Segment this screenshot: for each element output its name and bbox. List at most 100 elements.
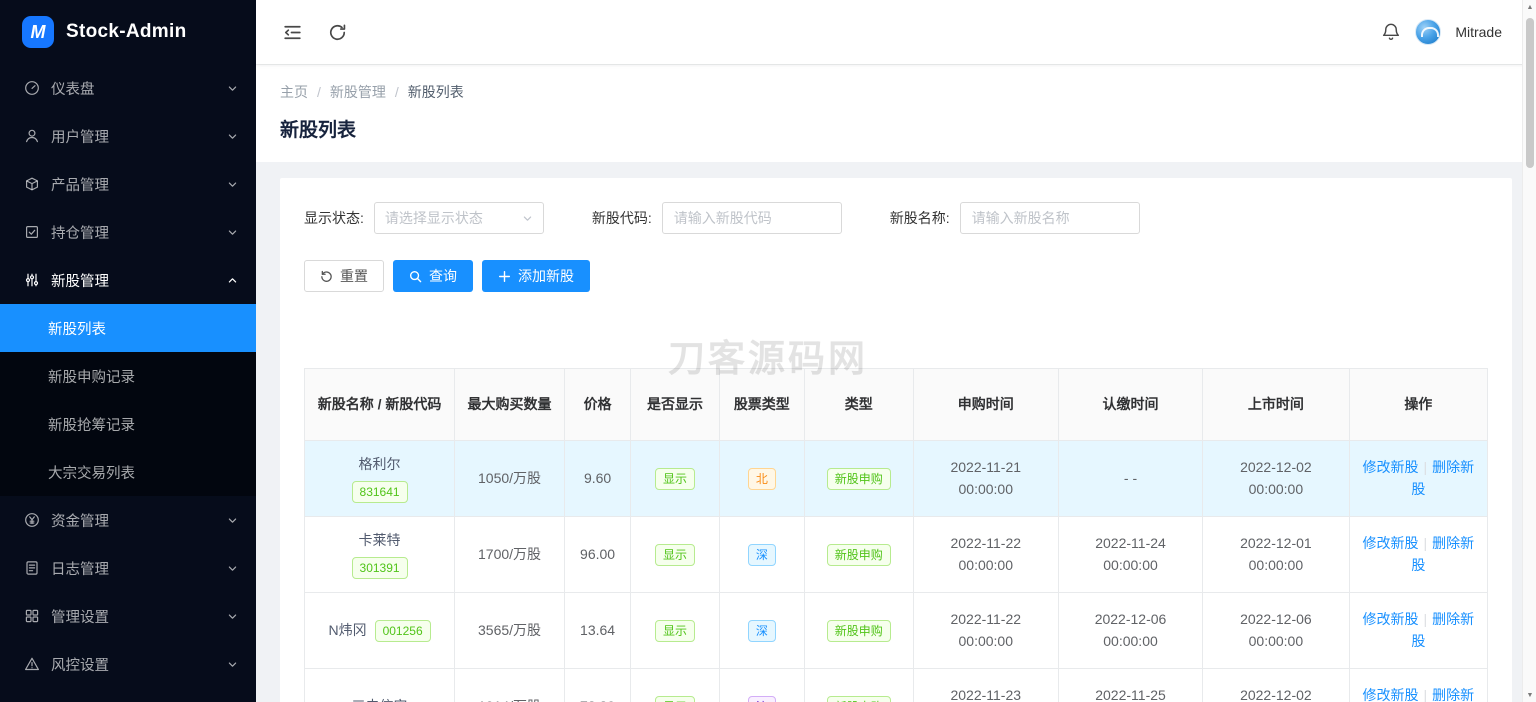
breadcrumb-item[interactable]: 主页 — [280, 82, 308, 102]
max-buy-cell: 1700/万股 — [454, 516, 565, 593]
menu-fold-icon[interactable] — [282, 22, 303, 43]
delete-stock-link[interactable]: 删除新股 — [1411, 535, 1474, 573]
edit-stock-link[interactable]: 修改新股 — [1363, 611, 1419, 627]
visible-badge: 显示 — [654, 619, 695, 642]
app-root: M Stock-Admin 仪表盘 用户管理 产品管理 持仓管理 新股管理 新股列表 新股申… — [0, 0, 1536, 702]
dashboard-icon — [24, 80, 40, 96]
sidebar-item-position-management[interactable]: 持仓管理 — [0, 208, 256, 256]
max-buy-cell: 1050/万股 — [454, 440, 565, 517]
visible-badge: 显示 — [654, 543, 695, 566]
pay-time-cell: 2022-12-06 00:00:00 — [1057, 592, 1204, 669]
column-header: 认缴时间 — [1057, 368, 1204, 441]
market-cell: 北 — [718, 440, 805, 517]
add-stock-label: 添加新股 — [518, 268, 574, 284]
sidebar-subitem-block-trade-list[interactable]: 大宗交易列表 — [0, 448, 256, 496]
scroll-up-arrow[interactable]: ▲ — [1523, 0, 1536, 14]
sidebar-item-risk-settings[interactable]: 风控设置 — [0, 640, 256, 688]
type-cell: 新股申购 — [803, 516, 914, 593]
visible-cell: 显示 — [630, 592, 720, 669]
scroll-down-arrow[interactable]: ▼ — [1523, 688, 1536, 702]
sidebar-item-dashboard[interactable]: 仪表盘 — [0, 64, 256, 112]
stock-code-badge: 301391 — [351, 557, 408, 580]
sidebar-item-label: 日志管理 — [51, 561, 109, 578]
actions-cell: 修改新股|删除新股 — [1348, 440, 1489, 517]
stock-name-cell: N炜冈 001256 — [303, 592, 456, 669]
sidebar-subitem-new-stock-grab-records[interactable]: 新股抢筹记录 — [0, 400, 256, 448]
action-separator: | — [1423, 686, 1428, 702]
market-badge: 深 — [747, 619, 776, 642]
list-time-cell: 2022-12-0200:00:00 — [1202, 440, 1350, 517]
breadcrumb-item[interactable]: 新股管理 — [330, 82, 386, 102]
delete-stock-link[interactable]: 删除新股 — [1411, 687, 1474, 702]
avatar[interactable] — [1415, 19, 1442, 45]
filter-code: 新股代码: — [592, 202, 842, 234]
stock-code-badge: 831641 — [351, 481, 408, 504]
action-separator: | — [1423, 610, 1428, 627]
sidebar-item-fund-management[interactable]: 资金管理 — [0, 496, 256, 544]
name-input[interactable] — [959, 202, 1140, 234]
status-select-value: 请选择显示状态 — [384, 210, 483, 226]
sidebar-submenu: 新股列表 新股申购记录 新股抢筹记录 大宗交易列表 — [0, 304, 256, 496]
stock-name: 格利尔 — [358, 455, 401, 472]
sidebar-item-user-management[interactable]: 用户管理 — [0, 112, 256, 160]
column-header: 最大购买数量 — [454, 368, 565, 441]
action-buttons: 重置 查询 添加新股 — [304, 260, 1488, 292]
stock-name-cell: 卡莱特 301391 — [303, 516, 456, 593]
sidebar-subitem-new-stock-list[interactable]: 新股列表 — [0, 304, 256, 352]
column-header: 价格 — [563, 368, 632, 441]
stock-name: 三未信安 — [352, 696, 408, 702]
sidebar-item-admin-settings[interactable]: 管理设置 — [0, 592, 256, 640]
sidebar-item-product-management[interactable]: 产品管理 — [0, 160, 256, 208]
code-input[interactable] — [661, 202, 842, 234]
edit-stock-link[interactable]: 修改新股 — [1363, 459, 1419, 475]
max-buy-cell: 1914/万股 — [454, 668, 565, 702]
scrollbar-thumb[interactable] — [1526, 18, 1534, 168]
edit-stock-link[interactable]: 修改新股 — [1363, 535, 1419, 551]
sidebar-item-log-management[interactable]: 日志管理 — [0, 544, 256, 592]
table-header-row: 新股名称 / 新股代码 最大购买数量 价格 是否显示 股票类型 类型 申购时间 认缴时间 上市时… — [303, 368, 1489, 441]
status-select[interactable]: 请选择显示状态 — [373, 202, 544, 234]
sidebar-item-label: 持仓管理 — [51, 225, 109, 242]
logo[interactable]: M Stock-Admin — [0, 0, 256, 64]
delete-stock-link[interactable]: 删除新股 — [1411, 459, 1474, 497]
table-row: 格利尔 831641 1050/万股 9.60 显示 北 新股申购 2022-11-21 00:… — [303, 440, 1489, 517]
subscribe-time-cell: 2022-11-22 00:00:00 — [912, 592, 1059, 669]
delete-stock-link[interactable]: 删除新股 — [1411, 611, 1474, 649]
search-icon — [409, 270, 422, 283]
list-time-cell: 2022-12-06 00:00:00 — [1202, 592, 1350, 669]
search-button[interactable]: 查询 — [393, 260, 473, 292]
subscribe-time-cell: 2022-11-21 00:00:00 — [912, 440, 1059, 517]
reset-label: 重置 — [340, 268, 368, 284]
sidebar-item-new-stock-management[interactable]: 新股管理 — [0, 256, 256, 304]
refresh-icon[interactable] — [327, 22, 348, 43]
action-separator: | — [1423, 534, 1428, 551]
edit-stock-link[interactable]: 修改新股 — [1363, 687, 1419, 702]
sidebar-subitem-new-stock-subscribe-records[interactable]: 新股申购记录 — [0, 352, 256, 400]
reset-button[interactable]: 重置 — [304, 260, 384, 292]
column-header: 类型 — [803, 368, 914, 441]
stock-name: 卡莱特 — [358, 531, 401, 548]
content-area: 显示状态: 请选择显示状态 新股代码: 新股名称: — [256, 162, 1536, 702]
pay-time-cell: - - — [1057, 440, 1204, 517]
visible-cell: 显示 — [630, 516, 720, 593]
logo-icon: M — [22, 16, 54, 48]
price-cell: 13.64 — [563, 592, 632, 669]
sidebar-item-label: 资金管理 — [51, 513, 109, 530]
scrollbar[interactable]: ▲ ▼ — [1522, 0, 1536, 702]
column-header: 是否显示 — [630, 368, 720, 441]
main-area: Mitrade 主页 / 新股管理 / 新股列表 新股列表 显示状态: 请选择显示状态 — [256, 0, 1536, 702]
type-badge: 新股申购 — [826, 467, 891, 490]
column-header: 申购时间 — [912, 368, 1059, 441]
chevron-down-icon — [227, 563, 238, 574]
sidebar-item-label: 产品管理 — [51, 177, 109, 194]
products-icon — [24, 176, 40, 192]
username[interactable]: Mitrade — [1455, 24, 1502, 40]
add-stock-button[interactable]: 添加新股 — [482, 260, 590, 292]
bell-icon[interactable] — [1381, 22, 1401, 42]
name-label: 新股名称: — [889, 210, 950, 226]
stock-name-cell: 三未信安 — [303, 668, 456, 702]
table-row: 卡莱特 301391 1700/万股 96.00 显示 深 新股申购 2022-11-22 00… — [303, 516, 1489, 593]
plus-icon — [498, 270, 511, 283]
price-cell: 96.00 — [563, 516, 632, 593]
chevron-down-icon — [227, 179, 238, 190]
